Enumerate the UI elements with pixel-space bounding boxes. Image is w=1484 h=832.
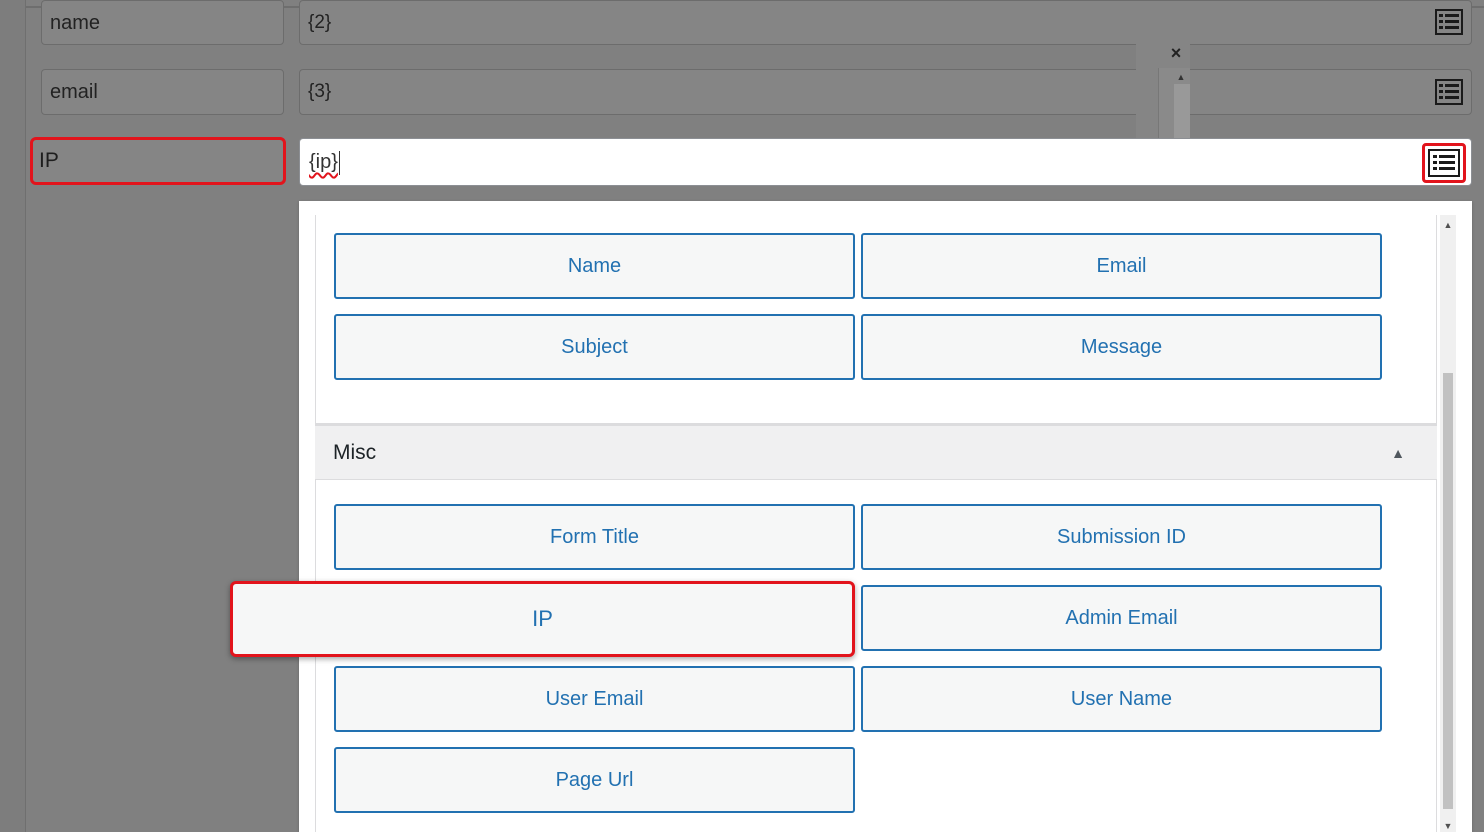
tag-subject-button[interactable]: Subject (334, 314, 855, 380)
list-icon[interactable] (1435, 79, 1463, 105)
tag-page-url-button[interactable]: Page Url (334, 747, 855, 813)
value-ip-text: {ip} (309, 151, 338, 173)
tag-user-email-button[interactable]: User Email (334, 666, 855, 732)
tag-form-title-button[interactable]: Form Title (334, 504, 855, 570)
background-popup-scroll-thumb[interactable] (1174, 84, 1190, 138)
list-icon[interactable] (1435, 9, 1463, 35)
list-icon (1428, 149, 1460, 177)
merge-tags-button[interactable] (1422, 143, 1466, 183)
dropdown-scroll-thumb[interactable] (1443, 373, 1453, 809)
close-icon[interactable]: × (1166, 42, 1186, 64)
tag-email-button[interactable]: Email (861, 233, 1382, 299)
tag-name-button[interactable]: Name (334, 233, 855, 299)
left-sidebar-strip (0, 0, 26, 832)
tag-submission-id-button[interactable]: Submission ID (861, 504, 1382, 570)
text-caret (338, 150, 340, 175)
triangle-up-icon[interactable]: ▲ (1391, 426, 1405, 480)
scroll-down-icon[interactable]: ▼ (1443, 820, 1453, 832)
tag-message-button[interactable]: Message (861, 314, 1382, 380)
value-email-input[interactable]: {3} (299, 69, 1472, 115)
field-name-input[interactable]: name (41, 0, 284, 45)
scroll-up-icon[interactable]: ▲ (1443, 219, 1453, 231)
tag-user-name-button[interactable]: User Name (861, 666, 1382, 732)
field-email-input[interactable]: email (41, 69, 284, 115)
section-misc-header[interactable]: Misc ▲ (315, 423, 1437, 480)
value-ip-input[interactable]: {ip} (299, 138, 1472, 186)
section-title: Misc (333, 441, 377, 464)
field-ip-input[interactable]: IP (30, 137, 286, 185)
tag-ip-button[interactable]: IP (230, 581, 855, 657)
scroll-up-icon[interactable]: ▲ (1176, 72, 1186, 82)
value-name-input[interactable]: {2} (299, 0, 1472, 45)
merge-tags-dropdown: Name Email Subject Message Misc ▲ Form T… (299, 201, 1472, 832)
tag-admin-email-button[interactable]: Admin Email (861, 585, 1382, 651)
